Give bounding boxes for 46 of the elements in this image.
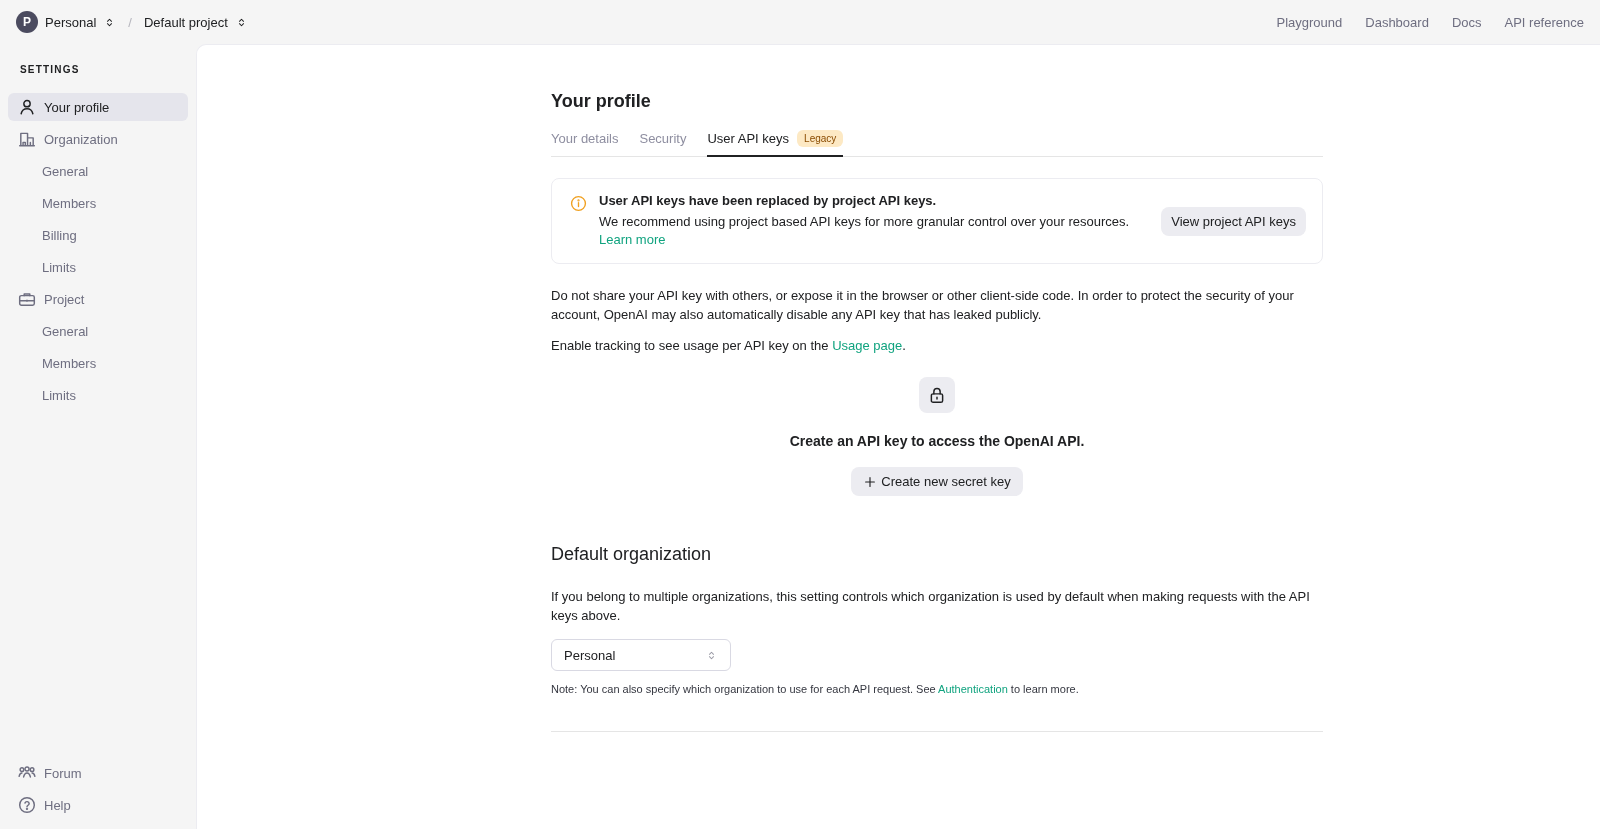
sidebar-item[interactable]: Project: [8, 285, 188, 313]
sidebar-link[interactable]: Forum: [8, 759, 188, 787]
nav-link[interactable]: Dashboard: [1365, 14, 1429, 30]
warning-text: Do not share your API key with others, or expose it in the browser or other client-side code. In order to protect the security of your account, OpenAI may also automatically disable any API key that has leaked publicly.: [551, 287, 1295, 324]
tab[interactable]: Your details: [551, 126, 619, 157]
sidebar-subitem[interactable]: Members: [8, 189, 188, 217]
sidebar-subitem[interactable]: General: [8, 317, 188, 345]
page-title: Your profile: [551, 91, 652, 112]
tab[interactable]: Security: [639, 126, 687, 157]
tab[interactable]: User API keys Legacy: [707, 126, 844, 157]
note-text: Note: You can also specify which organization to use for each API request. See Authentication to learn more.: [551, 683, 1080, 695]
help-icon: [18, 796, 36, 814]
tracking-text: Enable tracking to see usage per API key on the Usage page.: [551, 337, 907, 355]
building-icon: [18, 130, 36, 148]
sidebar-subitem[interactable]: Limits: [8, 381, 188, 409]
notice-title: User API keys have been replaced by project API keys.: [599, 193, 938, 208]
legacy-badge: Legacy: [797, 130, 844, 147]
sidebar-subitem[interactable]: General: [8, 157, 188, 185]
sidebar-subitem[interactable]: Members: [8, 349, 188, 377]
nav-link[interactable]: API reference: [1504, 14, 1584, 30]
lock-icon: [928, 386, 946, 404]
notice-text: We recommend using project based API keys for more granular control over your resources. Learn more: [599, 213, 1131, 249]
authentication-link[interactable]: Authentication: [938, 683, 1008, 695]
breadcrumb-separator: /: [128, 14, 132, 30]
person-icon: [18, 98, 36, 116]
sidebar-item[interactable]: Organization: [8, 125, 188, 153]
organization-select[interactable]: Personal: [551, 639, 731, 671]
sidebar-item[interactable]: Your profile: [8, 93, 188, 121]
sidebar-heading: SETTINGS: [19, 63, 81, 77]
view-project-keys-button[interactable]: View project API keys: [1161, 206, 1306, 236]
project-switcher[interactable]: Default project: [143, 14, 248, 30]
nav-link[interactable]: Playground: [1276, 14, 1343, 30]
nav-link[interactable]: Docs: [1451, 14, 1482, 30]
sidebar-link[interactable]: Help: [8, 791, 188, 819]
create-secret-key-button[interactable]: Create new secret key: [851, 467, 1023, 496]
plus-icon: [863, 474, 878, 489]
info-icon: [570, 195, 587, 212]
section-description: If you belong to multiple organizations, this setting controls which organization is used by default when making requests with the API keys above.: [551, 588, 1311, 625]
sidebar-subitem[interactable]: Billing: [8, 221, 188, 249]
organization-switcher[interactable]: P Personal: [16, 11, 117, 33]
section-title: Default organization: [551, 544, 713, 565]
sidebar-subitem[interactable]: Limits: [8, 253, 188, 281]
empty-state-text: Create an API key to access the OpenAI API.: [789, 433, 1085, 449]
avatar: P: [16, 11, 38, 33]
learn-more-link[interactable]: Learn more: [599, 232, 666, 247]
briefcase-icon: [18, 290, 36, 308]
